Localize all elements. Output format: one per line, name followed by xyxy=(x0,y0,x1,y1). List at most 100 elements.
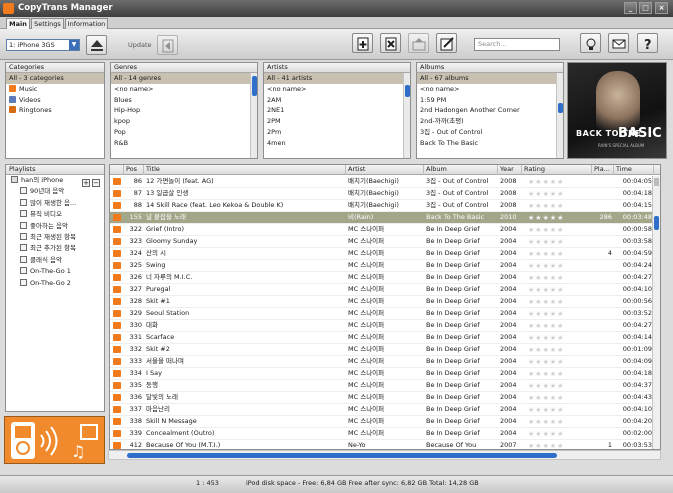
star-icon[interactable]: ★ xyxy=(528,237,534,247)
star-icon[interactable]: ★ xyxy=(550,213,556,223)
star-icon[interactable]: ★ xyxy=(543,201,549,211)
star-icon[interactable]: ★ xyxy=(535,309,541,319)
rating-stars[interactable]: ★★★★★ xyxy=(528,273,564,283)
star-icon[interactable]: ★ xyxy=(535,321,541,331)
table-row[interactable]: 329 Seoul Station MC 스나이퍼 Be In Deep Grief 2… xyxy=(110,308,660,320)
star-icon[interactable]: ★ xyxy=(528,393,534,403)
star-icon[interactable]: ★ xyxy=(535,261,541,271)
star-icon[interactable]: ★ xyxy=(543,237,549,247)
scroll-thumb[interactable] xyxy=(405,85,410,97)
playlist-item[interactable]: On-The-Go 1 xyxy=(6,266,104,277)
playlist-item[interactable]: 많이 재생한 음... xyxy=(6,198,104,209)
remove-playlist-button[interactable]: − xyxy=(92,179,100,187)
albums-header[interactable]: Albums xyxy=(417,63,563,73)
table-row[interactable]: 322 Grief (Intro) MC 스나이퍼 Be In Deep Grief 2… xyxy=(110,224,660,236)
col-time[interactable]: Time xyxy=(614,165,654,175)
star-icon[interactable]: ★ xyxy=(543,405,549,415)
rating-stars[interactable]: ★★★★★ xyxy=(528,237,564,247)
rating-stars[interactable]: ★★★★★ xyxy=(528,225,564,235)
playlist-item[interactable]: 최근 재생된 항목 xyxy=(6,232,104,243)
star-icon[interactable]: ★ xyxy=(535,417,541,427)
star-icon[interactable]: ★ xyxy=(543,417,549,427)
star-icon[interactable]: ★ xyxy=(557,381,563,391)
col-icon[interactable] xyxy=(110,165,124,175)
star-icon[interactable]: ★ xyxy=(535,225,541,235)
star-icon[interactable]: ★ xyxy=(557,261,563,271)
col-title[interactable]: Title xyxy=(144,165,346,175)
rating-stars[interactable]: ★★★★★ xyxy=(528,249,564,259)
playlist-item[interactable]: 좋아하는 음악 xyxy=(6,221,104,232)
star-icon[interactable]: ★ xyxy=(528,417,534,427)
star-icon[interactable]: ★ xyxy=(528,285,534,295)
star-icon[interactable]: ★ xyxy=(528,441,534,449)
star-icon[interactable]: ★ xyxy=(535,405,541,415)
star-icon[interactable]: ★ xyxy=(550,285,556,295)
rating-stars[interactable]: ★★★★★ xyxy=(528,285,564,295)
rating-stars[interactable]: ★★★★★ xyxy=(528,441,564,449)
star-icon[interactable]: ★ xyxy=(550,189,556,199)
star-icon[interactable]: ★ xyxy=(557,201,563,211)
table-row[interactable]: 334 I Say MC 스나이퍼 Be In Deep Grief 2004 00:04… xyxy=(110,368,660,380)
star-icon[interactable]: ★ xyxy=(535,177,541,187)
star-icon[interactable]: ★ xyxy=(543,357,549,367)
star-icon[interactable]: ★ xyxy=(528,261,534,271)
artist-item[interactable]: 4men xyxy=(264,138,410,149)
star-icon[interactable]: ★ xyxy=(543,249,549,259)
star-icon[interactable]: ★ xyxy=(543,261,549,271)
table-row[interactable]: 88 14 Skill Race (feat. Leo Kekoa & Doubl… xyxy=(110,200,660,212)
table-row[interactable]: 338 Skill N Message MC 스나이퍼 Be In Deep Grie… xyxy=(110,416,660,428)
star-icon[interactable]: ★ xyxy=(535,213,541,223)
album-item[interactable]: All - 67 albums xyxy=(417,73,563,84)
playlist-item[interactable]: On-The-Go 2 xyxy=(6,278,104,289)
star-icon[interactable]: ★ xyxy=(550,381,556,391)
mail-button[interactable] xyxy=(608,33,629,53)
star-icon[interactable]: ★ xyxy=(528,333,534,343)
star-icon[interactable]: ★ xyxy=(557,177,563,187)
star-icon[interactable]: ★ xyxy=(557,405,563,415)
album-item[interactable]: 2nd-까까(초평) xyxy=(417,116,563,127)
playlist-item[interactable]: 클래식 음악 xyxy=(6,255,104,266)
rating-stars[interactable]: ★★★★★ xyxy=(528,309,564,319)
category-all[interactable]: All - 3 categories xyxy=(6,73,104,84)
category-music[interactable]: Music xyxy=(6,84,104,95)
star-icon[interactable]: ★ xyxy=(550,261,556,271)
star-icon[interactable]: ★ xyxy=(557,225,563,235)
star-icon[interactable]: ★ xyxy=(543,189,549,199)
scroll-thumb[interactable] xyxy=(127,453,557,458)
star-icon[interactable]: ★ xyxy=(557,441,563,449)
playlist-item[interactable]: 90년대 음악 xyxy=(6,186,104,197)
star-icon[interactable]: ★ xyxy=(535,249,541,259)
star-icon[interactable]: ★ xyxy=(557,429,563,439)
playlist-item[interactable]: 최근 추가된 항목 xyxy=(6,243,104,254)
star-icon[interactable]: ★ xyxy=(550,417,556,427)
playlist-item[interactable]: 뮤직 비디오 xyxy=(6,209,104,220)
star-icon[interactable]: ★ xyxy=(528,189,534,199)
star-icon[interactable]: ★ xyxy=(550,441,556,449)
category-ringtones[interactable]: Ringtones xyxy=(6,105,104,116)
star-icon[interactable]: ★ xyxy=(535,333,541,343)
artists-header[interactable]: Artists xyxy=(264,63,410,73)
album-item[interactable]: Back To The Basic xyxy=(417,138,563,149)
genres-header[interactable]: Genres xyxy=(111,63,257,73)
star-icon[interactable]: ★ xyxy=(557,249,563,259)
star-icon[interactable]: ★ xyxy=(535,201,541,211)
rating-stars[interactable]: ★★★★★ xyxy=(528,189,564,199)
star-icon[interactable]: ★ xyxy=(543,225,549,235)
star-icon[interactable]: ★ xyxy=(557,357,563,367)
rating-stars[interactable]: ★★★★★ xyxy=(528,213,564,223)
genre-item[interactable]: R&B xyxy=(111,138,257,149)
eject-button[interactable] xyxy=(86,35,107,55)
col-rating[interactable]: Rating xyxy=(522,165,592,175)
star-icon[interactable]: ★ xyxy=(550,393,556,403)
star-icon[interactable]: ★ xyxy=(557,417,563,427)
rating-stars[interactable]: ★★★★★ xyxy=(528,177,564,187)
rating-stars[interactable]: ★★★★★ xyxy=(528,381,564,391)
star-icon[interactable]: ★ xyxy=(528,213,534,223)
rating-stars[interactable]: ★★★★★ xyxy=(528,369,564,379)
star-icon[interactable]: ★ xyxy=(557,285,563,295)
genre-item[interactable]: Pop xyxy=(111,127,257,138)
col-album[interactable]: Album xyxy=(424,165,498,175)
table-row[interactable]: 337 마음난리 MC 스나이퍼 Be In Deep Grief 2004 00:04:… xyxy=(110,404,660,416)
star-icon[interactable]: ★ xyxy=(535,237,541,247)
star-icon[interactable]: ★ xyxy=(535,273,541,283)
